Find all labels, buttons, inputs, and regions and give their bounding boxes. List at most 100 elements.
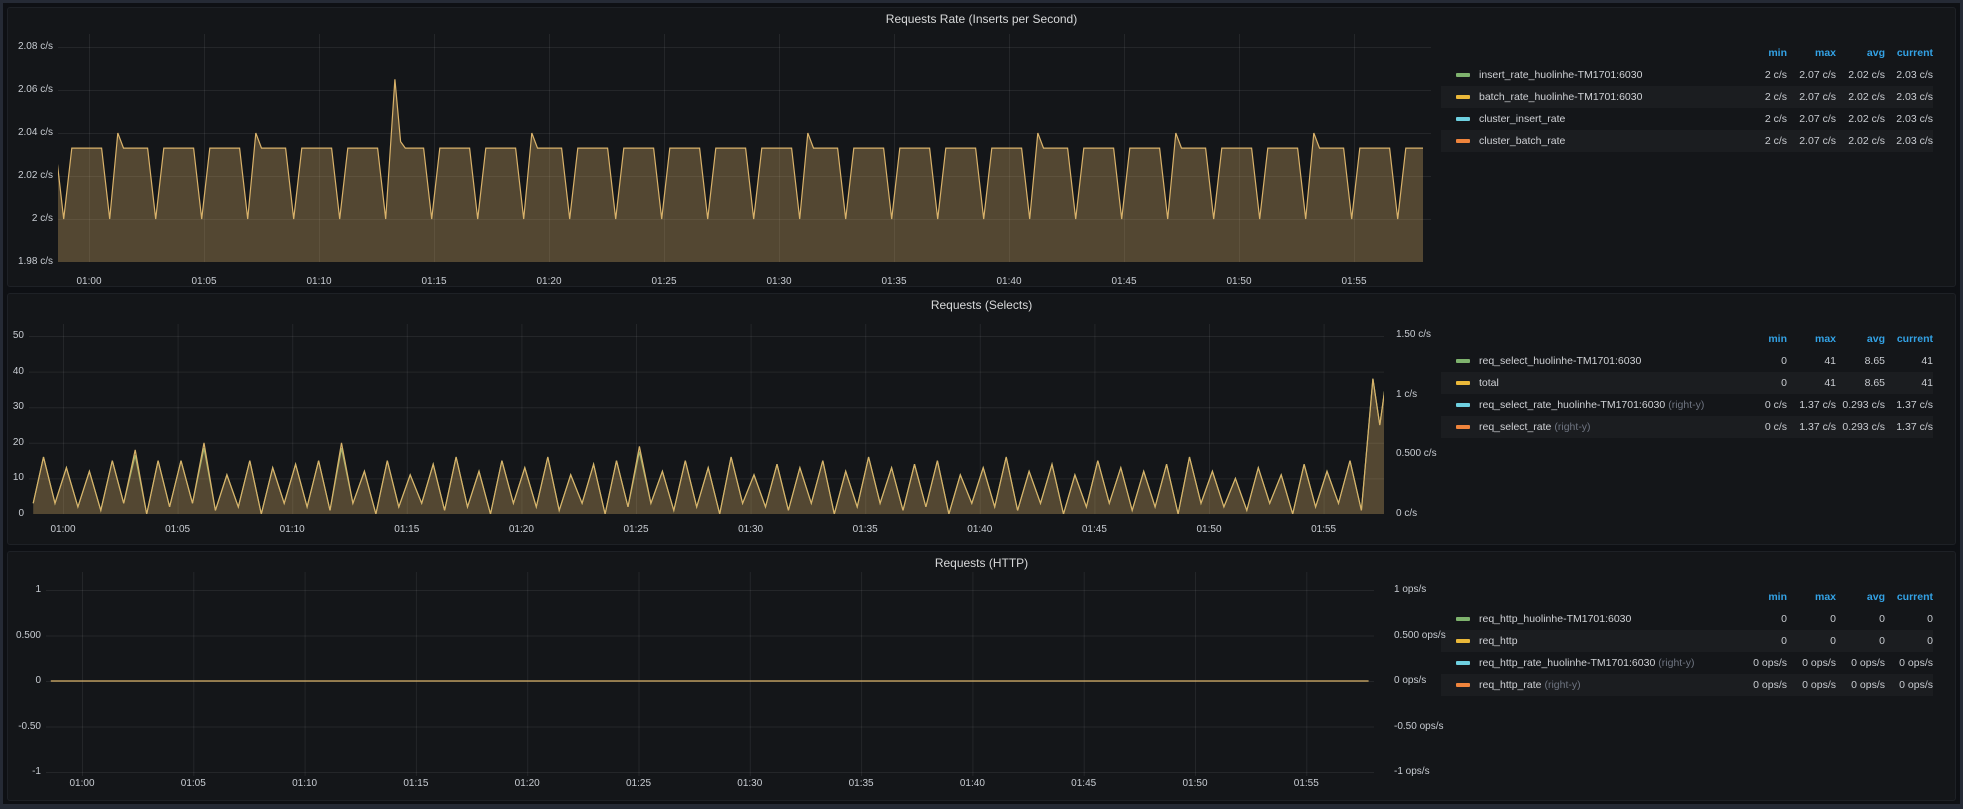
legend-header-max[interactable]: max <box>1788 586 1836 608</box>
legend-value-avg: 2.02 c/s <box>1837 64 1885 86</box>
right-axis-tick: -1 ops/s <box>1394 766 1430 778</box>
legend-value-current: 2.03 c/s <box>1885 64 1933 86</box>
legend-swatch[interactable] <box>1456 403 1470 407</box>
x-axis-tick: 01:50 <box>1196 524 1221 536</box>
legend-swatch[interactable] <box>1456 661 1470 665</box>
legend-series-label[interactable]: cluster_insert_rate <box>1479 108 1568 130</box>
right-axis-tick: 0 ops/s <box>1394 675 1426 687</box>
x-axis-tick: 01:00 <box>50 524 75 536</box>
y-axis-tick: 40 <box>0 366 24 378</box>
legend-swatch[interactable] <box>1456 425 1470 429</box>
y-axis-tick: 2.08 c/s <box>0 41 53 53</box>
series-area <box>58 79 1423 262</box>
legend-series-label[interactable]: cluster_batch_rate <box>1479 130 1568 152</box>
y-axis-tick: 2.02 c/s <box>0 170 53 182</box>
x-axis-tick: 01:40 <box>960 778 985 790</box>
legend-series-label[interactable]: req_select_huolinhe-TM1701:6030 <box>1479 350 1644 372</box>
legend-swatch[interactable] <box>1456 381 1470 385</box>
panel-title[interactable]: Requests (HTTP) <box>8 556 1955 570</box>
legend-header-max[interactable]: max <box>1788 42 1836 64</box>
grafana-dashboard: Requests Rate (Inserts per Second) 1.98 … <box>3 3 1960 804</box>
y-axis-tick: 2 c/s <box>0 213 53 225</box>
legend-header-avg[interactable]: avg <box>1837 328 1885 350</box>
legend-value-max: 2.07 c/s <box>1788 64 1836 86</box>
legend-series-label[interactable]: req_http_huolinhe-TM1701:6030 <box>1479 608 1634 630</box>
legend-value-max: 1.37 c/s <box>1788 416 1836 438</box>
x-axis-tick: 01:30 <box>738 524 763 536</box>
legend-header-avg[interactable]: avg <box>1837 42 1885 64</box>
legend-swatch[interactable] <box>1456 139 1470 143</box>
y-axis-tick: 2.04 c/s <box>0 127 53 139</box>
legend-series-label[interactable]: req_select_rate_huolinhe-TM1701:6030(rig… <box>1479 394 1704 416</box>
legend-header-current[interactable]: current <box>1885 586 1933 608</box>
legend-header-min[interactable]: min <box>1739 586 1787 608</box>
legend-series-name: total <box>1479 377 1499 389</box>
x-axis-tick: 01:25 <box>623 524 648 536</box>
legend-series-label[interactable]: req_http <box>1479 630 1521 652</box>
legend-swatch[interactable] <box>1456 639 1470 643</box>
legend-header-avg[interactable]: avg <box>1837 586 1885 608</box>
legend-value-min: 0 <box>1739 350 1787 372</box>
legend-header-current[interactable]: current <box>1885 328 1933 350</box>
legend-value-max: 41 <box>1788 350 1836 372</box>
legend-row: cluster_insert_rate2 c/s2.07 c/s2.02 c/s… <box>1441 108 1933 130</box>
chart-canvas[interactable] <box>29 324 1384 514</box>
panel-title[interactable]: Requests Rate (Inserts per Second) <box>8 12 1955 26</box>
legend-swatch[interactable] <box>1456 117 1470 121</box>
x-axis-tick: 01:35 <box>849 778 874 790</box>
legend-value-avg: 0 ops/s <box>1837 652 1885 674</box>
legend-value-max: 0 ops/s <box>1788 674 1836 696</box>
legend-series-label[interactable]: req_http_rate(right-y) <box>1479 674 1581 696</box>
legend-value-min: 2 c/s <box>1739 86 1787 108</box>
legend-header-max[interactable]: max <box>1788 328 1836 350</box>
series-area <box>33 368 1384 514</box>
legend-header-min[interactable]: min <box>1739 328 1787 350</box>
legend-series-name: insert_rate_huolinhe-TM1701:6030 <box>1479 69 1642 81</box>
legend-value-avg: 0.293 c/s <box>1837 416 1885 438</box>
legend-series-label[interactable]: req_http_rate_huolinhe-TM1701:6030(right… <box>1479 652 1694 674</box>
legend-value-max: 1.37 c/s <box>1788 394 1836 416</box>
y-axis-tick: 0 <box>0 508 24 520</box>
legend-header-min[interactable]: min <box>1739 42 1787 64</box>
legend-value-max: 2.07 c/s <box>1788 86 1836 108</box>
legend-value-min: 0 <box>1739 608 1787 630</box>
legend-value-avg: 2.02 c/s <box>1837 86 1885 108</box>
legend-value-avg: 0 <box>1837 630 1885 652</box>
panel-title[interactable]: Requests (Selects) <box>8 298 1955 312</box>
legend-row: req_select_rate_huolinhe-TM1701:6030(rig… <box>1441 394 1933 416</box>
x-axis-tick: 01:55 <box>1341 276 1366 288</box>
x-axis-tick: 01:20 <box>515 778 540 790</box>
x-axis-tick: 01:15 <box>403 778 428 790</box>
legend-series-label[interactable]: insert_rate_huolinhe-TM1701:6030 <box>1479 64 1645 86</box>
legend-value-min: 0 c/s <box>1739 394 1787 416</box>
legend-row: req_select_huolinhe-TM1701:60300418.6541 <box>1441 350 1933 372</box>
x-axis-tick: 01:50 <box>1182 778 1207 790</box>
x-axis-tick: 01:00 <box>69 778 94 790</box>
right-axis-tick: 1.50 c/s <box>1396 329 1431 341</box>
legend-swatch[interactable] <box>1456 95 1470 99</box>
x-axis-tick: 01:15 <box>394 524 419 536</box>
right-axis-tick: -0.50 ops/s <box>1394 721 1443 733</box>
legend-value-min: 2 c/s <box>1739 108 1787 130</box>
legend-value-max: 0 <box>1788 630 1836 652</box>
legend-series-name: req_http <box>1479 635 1518 647</box>
legend-swatch[interactable] <box>1456 683 1470 687</box>
x-axis-tick: 01:40 <box>967 524 992 536</box>
legend-header-current[interactable]: current <box>1885 42 1933 64</box>
legend-series-label[interactable]: total <box>1479 372 1502 394</box>
legend-series-label[interactable]: req_select_rate(right-y) <box>1479 416 1591 438</box>
x-axis-tick: 01:00 <box>76 276 101 288</box>
legend-swatch[interactable] <box>1456 73 1470 77</box>
y-axis-tick: 0 <box>0 675 41 687</box>
legend-swatch[interactable] <box>1456 359 1470 363</box>
chart-canvas[interactable] <box>58 34 1431 262</box>
legend-right-y-tag: (right-y) <box>1544 679 1580 691</box>
x-axis-tick: 01:25 <box>626 778 651 790</box>
x-axis-tick: 01:30 <box>766 276 791 288</box>
legend-series-label[interactable]: batch_rate_huolinhe-TM1701:6030 <box>1479 86 1645 108</box>
legend-swatch[interactable] <box>1456 617 1470 621</box>
chart-canvas[interactable] <box>46 572 1374 776</box>
y-axis-tick: 0.500 <box>0 630 41 642</box>
y-axis-tick: -0.50 <box>0 721 41 733</box>
legend-row: req_http0000 <box>1441 630 1933 652</box>
